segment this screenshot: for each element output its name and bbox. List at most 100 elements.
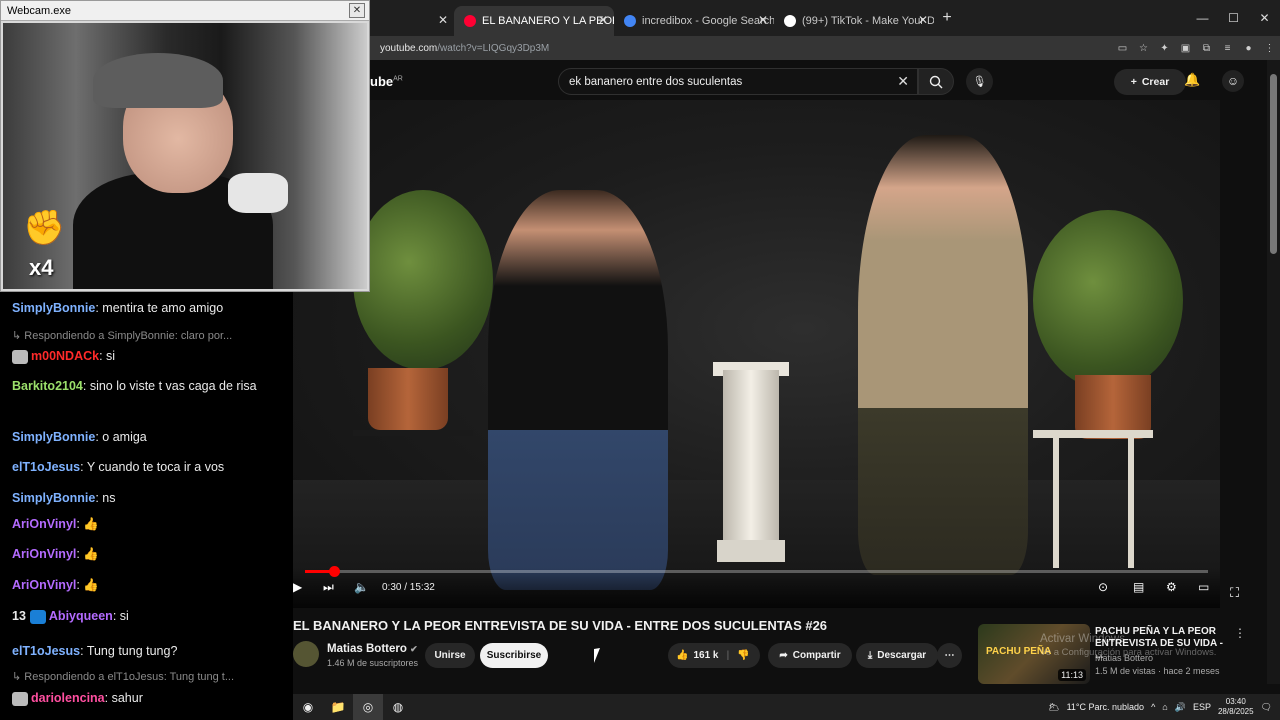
chat-username[interactable]: elT1oJesus bbox=[12, 460, 80, 474]
download-button[interactable]: ⤓ Descargar bbox=[856, 643, 938, 668]
download-label: Descargar bbox=[877, 650, 927, 661]
tab-overflow[interactable]: ✕ bbox=[370, 6, 454, 36]
notifications-bell-icon[interactable]: 🔔 bbox=[1184, 72, 1200, 88]
windows-activation-watermark: Activar Windows Ve a Configuración para a… bbox=[1040, 633, 1216, 659]
youtube-logo[interactable]: ubeAR bbox=[370, 74, 403, 89]
chat-username[interactable]: AriOnVinyl bbox=[12, 517, 76, 531]
create-button[interactable]: + Crear bbox=[1114, 69, 1186, 95]
steam-icon[interactable]: ◉ bbox=[293, 694, 323, 720]
subscriber-count: 1.46 M de suscriptores bbox=[327, 658, 419, 668]
minimize-icon[interactable]: — bbox=[1187, 0, 1218, 36]
address-bar[interactable]: youtube.com/watch?v=LIQGqy3Dp3M ▭ ☆ ✦ ▣ … bbox=[370, 36, 1280, 60]
channel-avatar[interactable] bbox=[293, 641, 319, 667]
stream-chat: SimplyBonnie: mentira te amo amigo ↳ Resp… bbox=[0, 292, 293, 720]
search-button[interactable] bbox=[918, 68, 954, 95]
speaker-icon[interactable]: 🔊 bbox=[1175, 702, 1186, 713]
close-icon[interactable]: ✕ bbox=[758, 13, 768, 27]
webcam-window: Webcam.exe ✕ ✊ x4 bbox=[0, 0, 370, 292]
webcam-close-icon[interactable]: ✕ bbox=[349, 3, 365, 18]
chat-text: : ns bbox=[95, 491, 116, 505]
share-icon: ➦ bbox=[779, 650, 788, 661]
extension-icon[interactable]: ✦ bbox=[1154, 43, 1175, 54]
chat-username[interactable]: Barkito2104 bbox=[12, 379, 83, 393]
puzzle-icon[interactable]: ⧉ bbox=[1196, 43, 1217, 54]
close-icon[interactable]: ✕ bbox=[918, 13, 928, 27]
next-icon[interactable]: ⏭ bbox=[323, 580, 334, 595]
chat-username[interactable]: AriOnVinyl bbox=[12, 578, 76, 592]
scrollbar-thumb[interactable] bbox=[1270, 74, 1277, 254]
clock-time: 03:40 bbox=[1225, 697, 1246, 706]
clock[interactable]: 03:40 28/8/2025 bbox=[1218, 697, 1254, 717]
chat-message: AriOnVinyl: 👍 bbox=[12, 575, 287, 595]
chat-username[interactable]: AriOnVinyl bbox=[12, 547, 76, 561]
weather-text[interactable]: 11°C Parc. nublado bbox=[1067, 702, 1144, 712]
chat-username[interactable]: m00NDACk bbox=[31, 349, 99, 363]
thumbs-down-icon[interactable]: 👎 bbox=[737, 650, 749, 661]
chat-reply-context: ↳ Respondiendo a elT1oJesus: Tung tung t… bbox=[12, 671, 235, 683]
tab-google[interactable]: incredibox - Google Search ✕ bbox=[614, 6, 774, 36]
voice-search-button[interactable]: 🎙 bbox=[966, 68, 993, 95]
tab-tiktok[interactable]: (99+) TikTok - Make Your Day ✕ bbox=[774, 6, 934, 36]
share-button[interactable]: ➦ Compartir bbox=[768, 643, 852, 668]
more-vertical-icon[interactable]: ⋮ bbox=[1234, 626, 1246, 640]
channel-name[interactable]: Matias Bottero ✔ bbox=[327, 643, 418, 655]
theater-mode-icon[interactable]: ▭ bbox=[1198, 580, 1209, 594]
volume-icon[interactable]: 🔈 bbox=[354, 580, 369, 594]
language-indicator[interactable]: ESP bbox=[1193, 702, 1211, 712]
chat-username[interactable]: SimplyBonnie bbox=[12, 491, 95, 505]
join-button[interactable]: Unirse bbox=[425, 643, 475, 668]
settings-gear-icon[interactable]: ⚙ bbox=[1166, 580, 1177, 594]
account-avatar[interactable]: ☺ bbox=[1222, 70, 1244, 92]
reading-list-icon[interactable]: ≡ bbox=[1217, 43, 1238, 54]
chat-message: SimplyBonnie: ns bbox=[12, 488, 287, 508]
file-explorer-icon[interactable]: 📁 bbox=[323, 694, 353, 720]
fullscreen-icon[interactable]: ⛶ bbox=[1230, 585, 1239, 601]
obs-icon[interactable]: ◍ bbox=[383, 694, 413, 720]
chat-username[interactable]: elT1oJesus bbox=[12, 644, 80, 658]
menu-kebab-icon[interactable]: ⋮ bbox=[1259, 43, 1280, 54]
cast-icon[interactable]: ▭ bbox=[1112, 43, 1133, 54]
youtube-favicon-icon bbox=[464, 15, 476, 27]
pillar bbox=[723, 370, 779, 560]
search-icon bbox=[929, 75, 943, 88]
tab-youtube[interactable]: EL BANANERO Y LA PEOR ENTI ✕ bbox=[454, 6, 614, 36]
bookmark-star-icon[interactable]: ☆ bbox=[1133, 43, 1154, 54]
chat-text: : si bbox=[112, 609, 129, 623]
stool-leg bbox=[1053, 438, 1059, 568]
channel-name-text: Matias Bottero bbox=[327, 643, 407, 655]
chat-username[interactable]: SimplyBonnie bbox=[12, 301, 95, 315]
window-close-icon[interactable]: ✕ bbox=[1249, 0, 1280, 36]
progress-scrubber[interactable] bbox=[328, 566, 340, 577]
close-icon[interactable]: ✕ bbox=[598, 13, 608, 27]
play-icon[interactable]: ▶ bbox=[293, 580, 302, 594]
url-field[interactable]: youtube.com/watch?v=LIQGqy3Dp3M bbox=[380, 43, 1112, 54]
tray-chevron-icon[interactable]: ^ bbox=[1151, 702, 1155, 712]
subtitles-icon[interactable]: ▤ bbox=[1133, 580, 1144, 594]
url-domain: youtube.com bbox=[380, 42, 438, 54]
close-icon[interactable]: ✕ bbox=[438, 13, 448, 27]
like-button[interactable]: 👍 161 k | 👎 bbox=[668, 643, 760, 668]
more-actions-button[interactable]: ⋯ bbox=[937, 643, 962, 668]
page-scrollbar[interactable] bbox=[1267, 60, 1280, 684]
autoplay-toggle-icon[interactable]: ⊙ bbox=[1098, 580, 1108, 594]
video-player[interactable]: ▶ ⏭ 🔈 0:30 / 15:32 ⊙ ▤ ⚙ ▭ bbox=[293, 100, 1220, 608]
progress-bar[interactable] bbox=[305, 566, 1208, 577]
chat-text: : o amiga bbox=[95, 430, 147, 444]
player-controls: ▶ ⏭ 🔈 0:30 / 15:32 ⊙ ▤ ⚙ ▭ bbox=[293, 566, 1220, 608]
network-icon[interactable]: ⌂ bbox=[1162, 702, 1167, 712]
weather-icon: 🌥 bbox=[1048, 701, 1060, 712]
chat-username[interactable]: dariolencina bbox=[31, 691, 105, 705]
clear-search-icon[interactable]: ✕ bbox=[897, 73, 909, 90]
notifications-icon[interactable]: 🗨 bbox=[1261, 702, 1272, 713]
maximize-icon[interactable]: ☐ bbox=[1218, 0, 1249, 36]
multiplier-label: x4 bbox=[29, 255, 54, 280]
subscribe-button[interactable]: Suscribirse bbox=[480, 643, 548, 668]
translate-icon[interactable]: ▣ bbox=[1175, 43, 1196, 54]
chat-username[interactable]: Abiyqueen bbox=[49, 609, 113, 623]
chat-username[interactable]: SimplyBonnie bbox=[12, 430, 95, 444]
chrome-icon[interactable]: ◎ bbox=[353, 694, 383, 720]
more-horizontal-icon: ⋯ bbox=[944, 650, 955, 661]
new-tab-button[interactable]: + bbox=[934, 9, 960, 27]
profile-icon[interactable]: ● bbox=[1238, 43, 1259, 54]
search-input[interactable]: ek bananero entre dos suculentas ✕ bbox=[558, 68, 918, 95]
